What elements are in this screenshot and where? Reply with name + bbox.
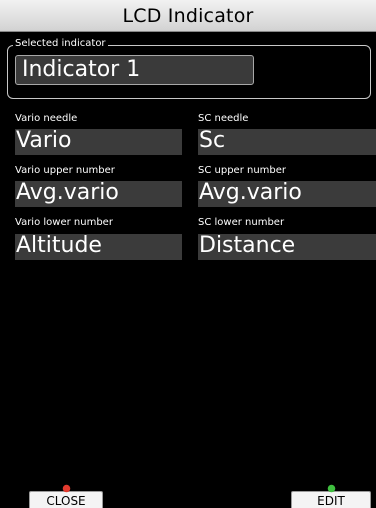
window-title: LCD Indicator <box>122 4 254 27</box>
edit-indicator-icon <box>327 484 336 493</box>
sc-lower-number-field[interactable]: Distance <box>198 233 376 260</box>
edit-button[interactable]: EDIT <box>291 484 371 508</box>
sc-lower-number-value: Distance <box>199 233 296 258</box>
sc-upper-number-label: SC upper number <box>198 165 287 176</box>
vario-upper-number-label: Vario upper number <box>15 165 115 176</box>
sc-needle-value: Sc <box>199 128 226 153</box>
vario-lower-number-field[interactable]: Altitude <box>15 233 182 260</box>
sc-needle-field[interactable]: Sc <box>198 128 376 155</box>
vario-upper-number-value: Avg.vario <box>16 180 119 205</box>
title-bar: LCD Indicator <box>0 0 376 32</box>
vario-needle-value: Vario <box>16 128 72 153</box>
close-indicator-icon <box>62 484 71 493</box>
close-button-label: CLOSE <box>46 494 86 508</box>
vario-lower-number-label: Vario lower number <box>15 217 113 228</box>
close-button[interactable]: CLOSE <box>29 484 103 508</box>
vario-lower-number-value: Altitude <box>16 233 102 258</box>
sc-upper-number-field[interactable]: Avg.vario <box>198 180 376 207</box>
vario-needle-field[interactable]: Vario <box>15 128 182 155</box>
vario-upper-number-field[interactable]: Avg.vario <box>15 180 182 207</box>
selected-indicator-value: Indicator 1 <box>22 57 141 82</box>
sc-upper-number-value: Avg.vario <box>199 180 302 205</box>
sc-lower-number-label: SC lower number <box>198 217 285 228</box>
vario-needle-label: Vario needle <box>15 113 78 124</box>
sc-needle-label: SC needle <box>198 113 249 124</box>
selected-indicator-select[interactable]: Indicator 1 <box>15 55 254 85</box>
selected-indicator-label: Selected indicator <box>13 38 108 49</box>
edit-button-label: EDIT <box>317 494 345 508</box>
